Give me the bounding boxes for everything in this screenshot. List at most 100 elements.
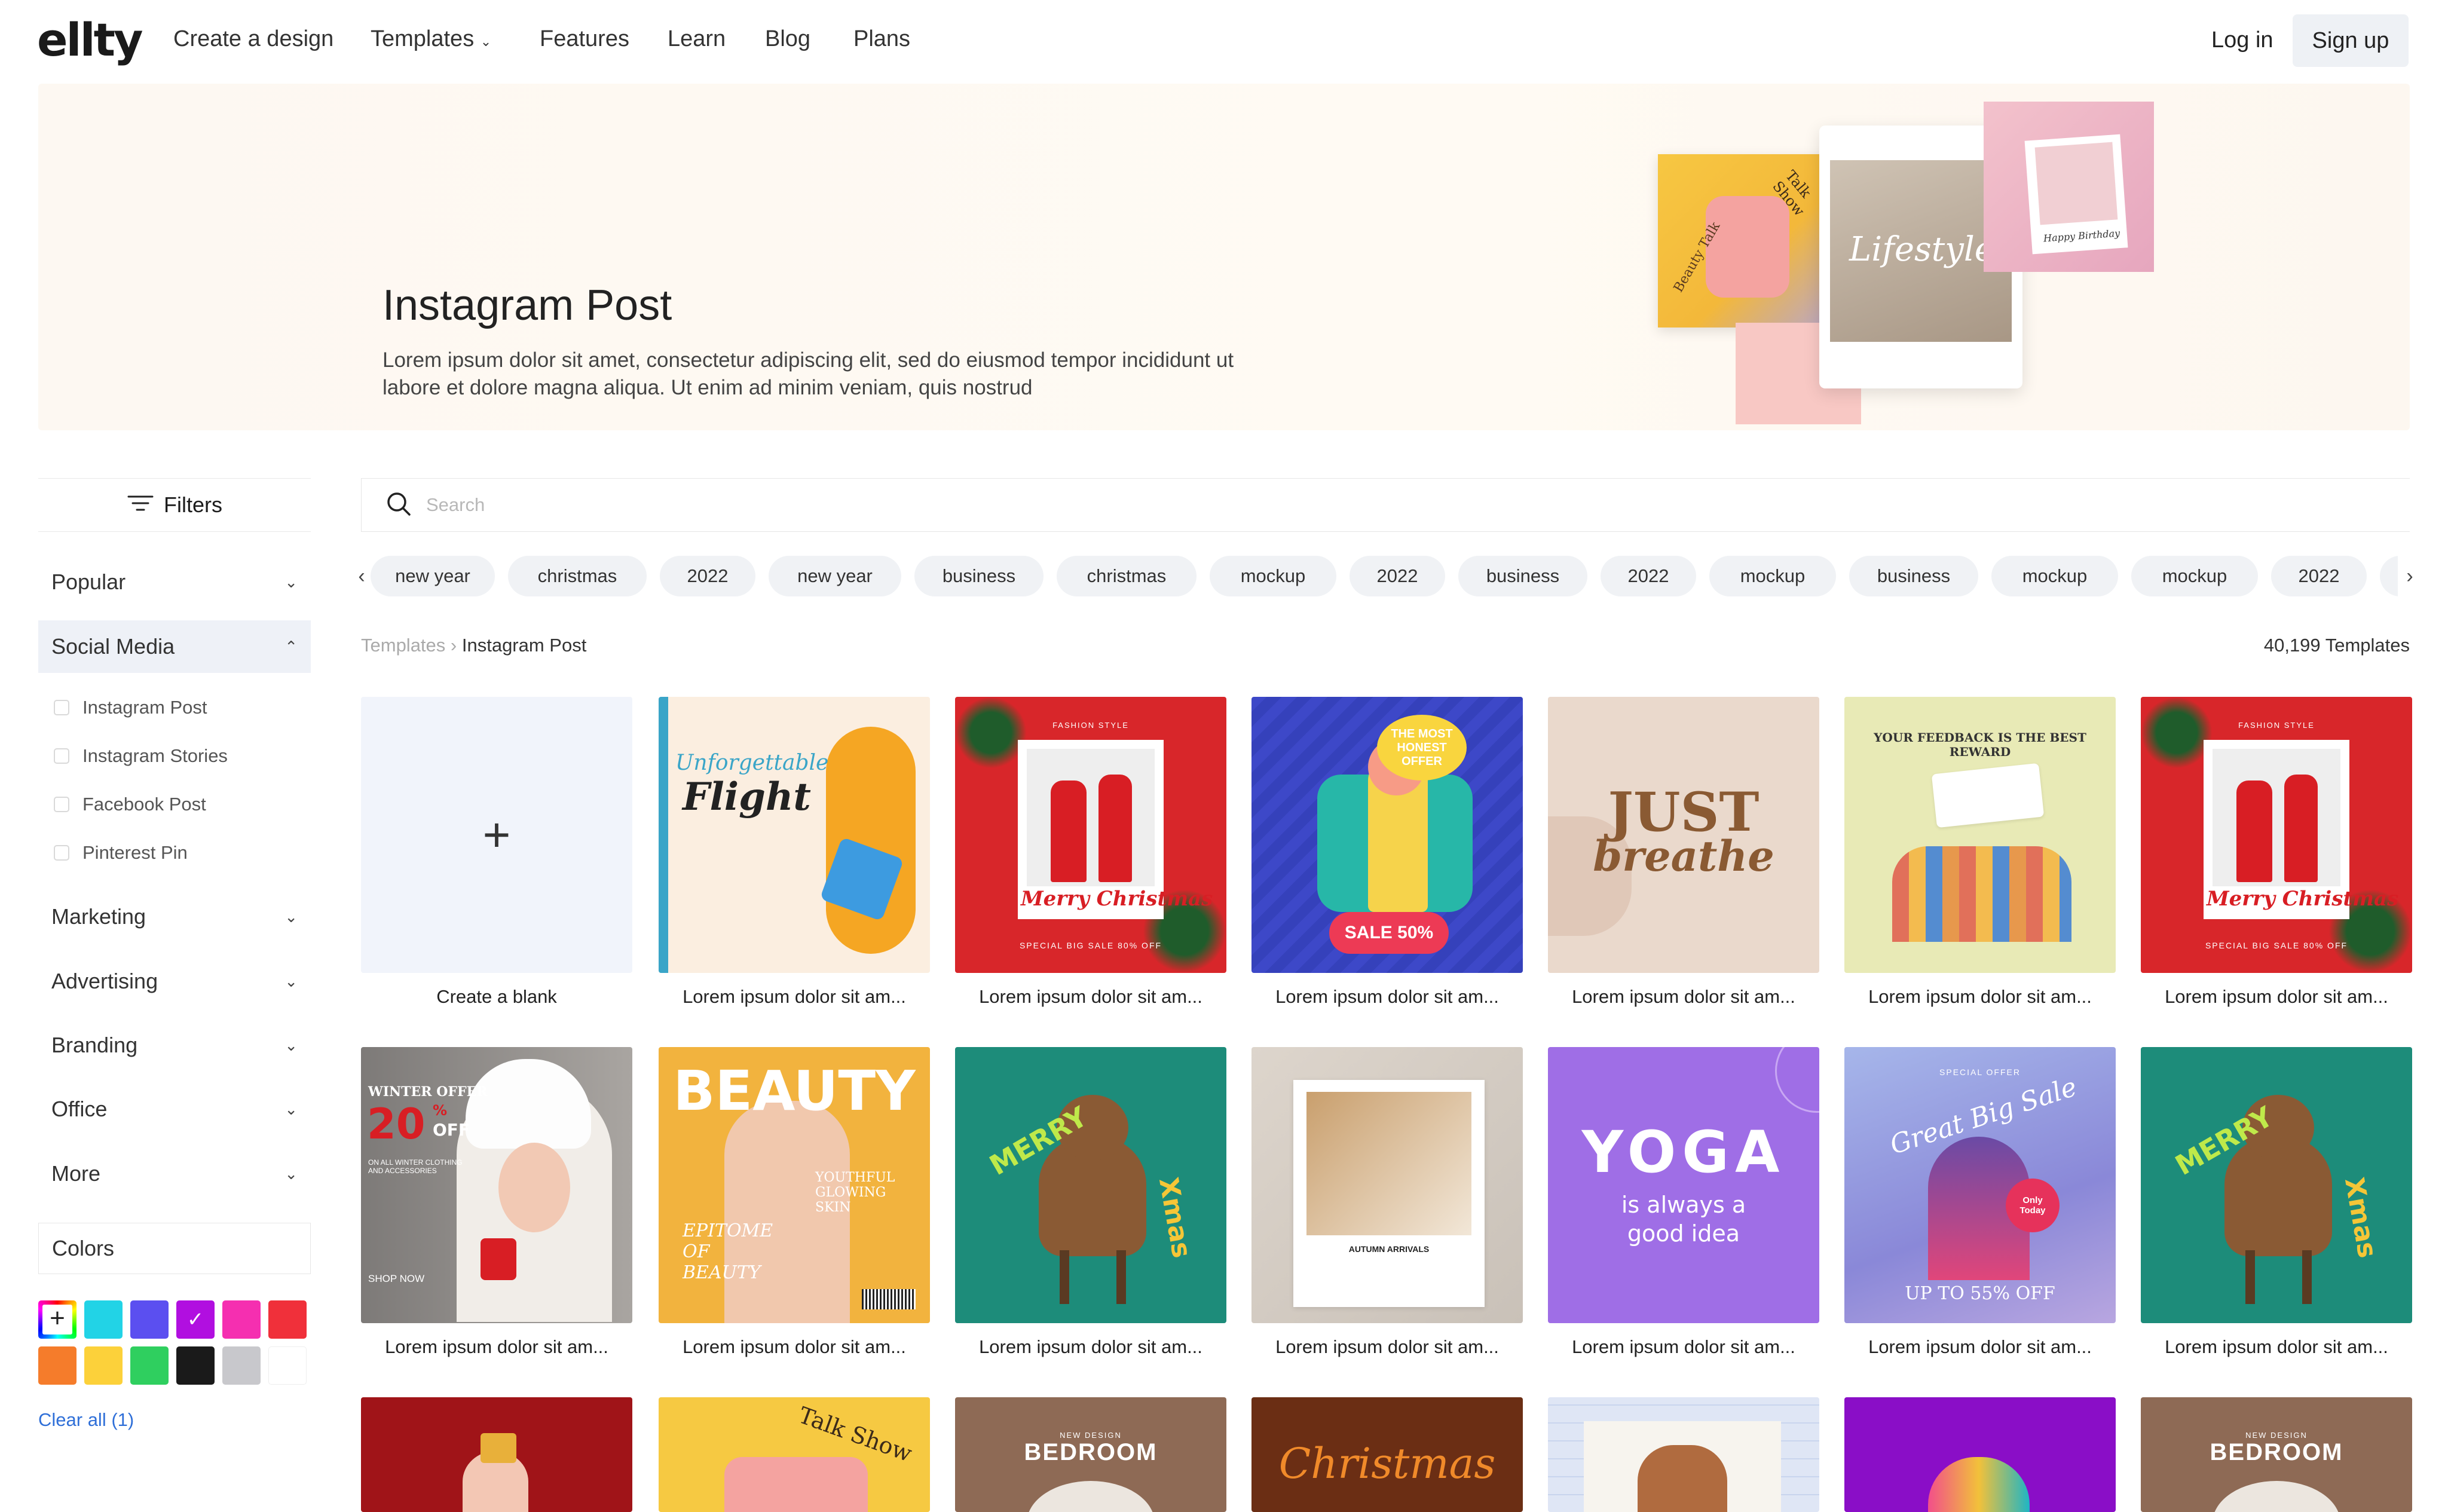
color-swatch-pink[interactable] (222, 1300, 261, 1339)
tag-chip[interactable]: 2022 (2271, 556, 2367, 596)
tag-chip[interactable]: business (1458, 556, 1587, 596)
template-card[interactable]: NEW DESIGN BEDROOM (2141, 1397, 2412, 1512)
template-card[interactable]: MERRY Xmas (2141, 1047, 2412, 1323)
nav-templates[interactable]: Templates ⌄ (371, 26, 491, 52)
template-card[interactable]: YOGA is always a good idea (1548, 1047, 1819, 1323)
card-caption: Lorem ipsum dolor sit am... (1275, 1336, 1499, 1357)
nav-features[interactable]: Features (540, 26, 629, 52)
card-text: SPECIAL BIG SALE 80% OFF (2205, 941, 2348, 950)
template-card[interactable]: JUST breathe (1548, 697, 1819, 973)
hero-collage: Talk Show Beauty Talk Lifestyle Happy Bi… (1616, 102, 2154, 424)
color-swatch-cyan[interactable] (84, 1300, 123, 1339)
filter-instagram-post[interactable]: Instagram Post (54, 697, 207, 718)
tag-chip[interactable]: 2022 (1350, 556, 1445, 596)
tag-chip[interactable]: christmas (508, 556, 647, 596)
template-card[interactable]: YOUR FEEDBACK IS THE BEST REWARD (1844, 697, 2116, 973)
card-caption: Lorem ipsum dolor sit am... (1275, 986, 1499, 1007)
tag-chip[interactable]: new year (371, 556, 495, 596)
category-popular[interactable]: Popular ⌄ (38, 556, 311, 608)
card-text: 20 (367, 1100, 426, 1149)
nav-blog[interactable]: Blog (765, 26, 810, 52)
template-card[interactable] (1548, 1397, 1819, 1512)
tag-chip[interactable]: christmas (1057, 556, 1197, 596)
category-marketing[interactable]: Marketing ⌄ (38, 890, 311, 943)
login-link[interactable]: Log in (2211, 27, 2273, 53)
ellty-logo[interactable]: ellty (37, 13, 143, 66)
filter-pinterest-pin[interactable]: Pinterest Pin (54, 842, 188, 864)
tag-chip[interactable]: 2022 (1601, 556, 1696, 596)
category-social-media[interactable]: Social Media ⌃ (38, 620, 311, 673)
color-picker-custom[interactable]: + (38, 1300, 76, 1339)
template-card[interactable] (1844, 1397, 2116, 1512)
color-swatch-orange[interactable] (38, 1346, 76, 1385)
chevron-down-icon: ⌄ (284, 972, 298, 990)
signup-button[interactable]: Sign up (2293, 14, 2409, 67)
template-card[interactable]: MERRY Xmas (955, 1047, 1226, 1323)
card-caption: Lorem ipsum dolor sit am... (1572, 1336, 1795, 1357)
template-card[interactable]: AUTUMN ARRIVALS (1251, 1047, 1523, 1323)
color-swatch-black[interactable] (176, 1346, 215, 1385)
card-caption: Lorem ipsum dolor sit am... (1572, 986, 1795, 1007)
card-text: FASHION STYLE (2238, 721, 2315, 730)
filter-facebook-post[interactable]: Facebook Post (54, 794, 206, 815)
color-swatch-purple[interactable]: ✓ (176, 1300, 215, 1339)
category-office[interactable]: Office ⌄ (38, 1083, 311, 1135)
card-text: BEDROOM (1024, 1439, 1158, 1465)
tag-chip[interactable]: mockup (2131, 556, 2258, 596)
checkbox[interactable] (54, 748, 69, 764)
filters-button[interactable]: Filters (38, 478, 311, 532)
tag-chip[interactable]: new year (769, 556, 901, 596)
tag-chip[interactable]: business (1849, 556, 1978, 596)
template-card[interactable]: Only Today SPECIAL OFFER Great Big Sale … (1844, 1047, 2116, 1323)
nav-learn[interactable]: Learn (668, 26, 726, 52)
color-swatch-red[interactable] (268, 1300, 307, 1339)
filter-label: Instagram Stories (82, 745, 228, 766)
card-text: OFF (433, 1120, 470, 1140)
template-card[interactable]: Unforgettable Flight (659, 697, 930, 973)
checkbox[interactable] (54, 845, 69, 861)
breadcrumb-templates[interactable]: Templates (361, 635, 445, 656)
color-swatch-indigo[interactable] (130, 1300, 169, 1339)
create-blank-card[interactable]: + (361, 697, 632, 973)
category-advertising[interactable]: Advertising ⌄ (38, 955, 311, 1008)
search-icon (385, 491, 412, 520)
template-card[interactable]: NEW DESIGN BEDROOM (955, 1397, 1226, 1512)
category-branding[interactable]: Branding ⌄ (38, 1019, 311, 1072)
template-card[interactable]: FASHION STYLE Merry Christmas SPECIAL BI… (955, 697, 1226, 973)
tag-chip[interactable]: mockup (1210, 556, 1336, 596)
color-swatch-green[interactable] (130, 1346, 169, 1385)
chips-prev-arrow[interactable]: ‹ (350, 556, 374, 596)
filter-instagram-stories[interactable]: Instagram Stories (54, 745, 228, 767)
nav-plans[interactable]: Plans (853, 26, 910, 52)
template-card[interactable]: Talk Show (659, 1397, 930, 1512)
template-card[interactable] (361, 1397, 632, 1512)
tag-chip[interactable]: 2022 (660, 556, 755, 596)
chevron-down-icon: ⌄ (284, 1164, 298, 1183)
search-bar[interactable] (361, 478, 2410, 532)
card-text: AUTUMN ARRIVALS (1348, 1244, 1430, 1254)
filters-label: Filters (164, 492, 222, 517)
card-text: SPECIAL BIG SALE 80% OFF (1019, 941, 1162, 950)
tag-chip[interactable]: business (914, 556, 1044, 596)
template-card[interactable]: BEAUTY YOUTHFUL GLOWING SKIN EPITOME OF … (659, 1047, 930, 1323)
tag-chip[interactable]: mockup (1709, 556, 1836, 596)
tag-chip[interactable]: mockup (1991, 556, 2118, 596)
color-swatch-white[interactable] (268, 1346, 307, 1385)
chips-next-arrow[interactable]: › (2398, 556, 2422, 596)
category-more[interactable]: More ⌄ (38, 1147, 311, 1200)
template-card[interactable]: Christmas (1251, 1397, 1523, 1512)
color-swatch-gray[interactable] (222, 1346, 261, 1385)
search-input[interactable] (426, 494, 1323, 516)
chevron-down-icon: ⌄ (284, 1100, 298, 1118)
checkbox[interactable] (54, 700, 69, 715)
color-swatch-yellow[interactable] (84, 1346, 123, 1385)
clear-all-link[interactable]: Clear all (1) (38, 1409, 134, 1431)
nav-templates-label: Templates (371, 26, 475, 51)
nav-create-a-design[interactable]: Create a design (173, 26, 333, 52)
template-card[interactable]: FASHION STYLE Merry Christmas SPECIAL BI… (2141, 697, 2412, 973)
template-card[interactable]: THE MOST HONEST OFFER SALE 50% (1251, 697, 1523, 973)
template-card[interactable]: WINTER OFFER 20 % OFF ON ALL WINTER CLOT… (361, 1047, 632, 1323)
checkbox[interactable] (54, 797, 69, 812)
category-label: Advertising (51, 969, 158, 993)
card-text: is always a good idea (1621, 1192, 1746, 1247)
